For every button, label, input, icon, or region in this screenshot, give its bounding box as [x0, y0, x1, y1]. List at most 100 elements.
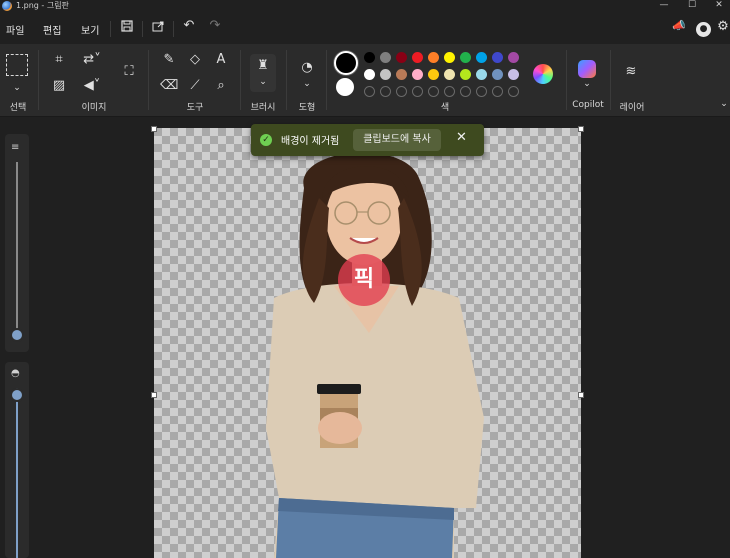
settings-icon[interactable]: ⚙: [716, 19, 730, 34]
ribbon-collapse-icon[interactable]: ⌄: [718, 96, 730, 112]
color-swatch[interactable]: [364, 52, 375, 63]
group-label-shapes: 도형: [298, 103, 316, 113]
save-icon[interactable]: [118, 20, 136, 36]
group-divider: [286, 50, 287, 110]
custom-color-slot[interactable]: [492, 86, 503, 97]
brush-size-track[interactable]: [16, 162, 18, 334]
color-swatch[interactable]: [412, 69, 423, 80]
color-swatch[interactable]: [508, 69, 519, 80]
color-picker-icon[interactable]: ⟋: [186, 78, 204, 94]
menu-divider: [142, 21, 143, 37]
menu-edit[interactable]: 편집: [43, 22, 61, 37]
brush-icon: ♜: [257, 58, 269, 73]
image-generator-icon[interactable]: ⛶: [118, 64, 140, 80]
menu-view[interactable]: 보기: [81, 22, 99, 37]
resize-icon[interactable]: ⇄˅: [78, 52, 106, 68]
color-swatch[interactable]: [412, 52, 423, 63]
color-swatch[interactable]: [428, 69, 439, 80]
edit-colors-icon[interactable]: [533, 64, 553, 84]
share-icon[interactable]: [149, 20, 167, 36]
close-icon[interactable]: ✕: [456, 130, 467, 145]
opacity-track[interactable]: [16, 388, 18, 558]
minimize-icon[interactable]: —: [657, 0, 671, 12]
group-label-select: 선택: [9, 103, 27, 113]
resize-handle[interactable]: [151, 392, 157, 398]
copy-to-clipboard-button[interactable]: 클립보드에 복사: [353, 129, 441, 151]
group-divider: [240, 50, 241, 110]
chevron-down-icon[interactable]: ⌄: [578, 76, 596, 92]
opacity-slider-thumb[interactable]: [10, 388, 24, 402]
group-divider: [148, 50, 149, 110]
account-icon[interactable]: ●: [696, 22, 711, 37]
maximize-icon[interactable]: ☐: [685, 0, 699, 12]
group-label-tools: 도구: [186, 103, 204, 113]
color-swatch[interactable]: [380, 69, 391, 80]
primary-color-swatch[interactable]: [334, 51, 358, 75]
group-label-layers: 레이어: [619, 103, 645, 113]
crop-icon[interactable]: ⌗: [50, 52, 68, 68]
color-swatch[interactable]: [380, 52, 391, 63]
color-swatch[interactable]: [508, 52, 519, 63]
secondary-color-swatch[interactable]: [336, 78, 354, 96]
color-swatch[interactable]: [428, 52, 439, 63]
text-icon[interactable]: A: [212, 52, 230, 68]
color-swatch[interactable]: [476, 52, 487, 63]
image-canvas[interactable]: [154, 128, 581, 558]
custom-color-slot[interactable]: [460, 86, 471, 97]
custom-color-slot[interactable]: [476, 86, 487, 97]
pencil-icon[interactable]: ✎: [160, 52, 178, 68]
flip-icon[interactable]: ◀˅: [78, 78, 106, 94]
menu-file[interactable]: 파일: [6, 22, 24, 37]
menu-divider: [173, 21, 174, 37]
custom-color-slot[interactable]: [396, 86, 407, 97]
custom-color-slot[interactable]: [428, 86, 439, 97]
resize-handle[interactable]: [578, 392, 584, 398]
custom-color-slot[interactable]: [364, 86, 375, 97]
chevron-down-icon: ⌄: [259, 77, 267, 87]
window-title: 1.png - 그림판: [16, 1, 69, 10]
group-label-brushes: 브러시: [250, 103, 276, 113]
brush-size-panel: ≡: [5, 134, 29, 352]
color-swatch[interactable]: [396, 52, 407, 63]
custom-color-slot[interactable]: [380, 86, 391, 97]
layers-icon[interactable]: ≋: [622, 64, 640, 80]
group-label-image: 이미지: [81, 103, 107, 113]
color-swatch[interactable]: [460, 52, 471, 63]
color-swatch[interactable]: [460, 69, 471, 80]
fill-bucket-icon[interactable]: ◇: [186, 52, 204, 68]
eraser-icon[interactable]: ⌫: [160, 78, 178, 94]
feedback-icon[interactable]: 📣: [670, 19, 688, 32]
color-swatch[interactable]: [492, 69, 503, 80]
color-swatch[interactable]: [476, 69, 487, 80]
paint-app-icon: [2, 1, 12, 11]
custom-color-slot[interactable]: [508, 86, 519, 97]
ribbon-toolbar: ⌄ 선택 ⌗ ⇄˅ ▨ ◀˅ ⛶ 이미지 ✎ ◇ A ⌫ ⟋ ⌕ 도구 ♜ ⌄ …: [0, 44, 730, 117]
resize-handle[interactable]: [578, 126, 584, 132]
custom-color-slot[interactable]: [444, 86, 455, 97]
watermark-badge: 픽: [338, 254, 390, 306]
resize-handle[interactable]: [151, 126, 157, 132]
menu-divider: [110, 21, 111, 37]
color-palette: [364, 52, 524, 104]
group-label-colors: 색: [440, 103, 450, 113]
color-swatch[interactable]: [396, 69, 407, 80]
undo-icon[interactable]: ↶: [180, 18, 198, 33]
custom-color-slot[interactable]: [412, 86, 423, 97]
group-divider: [566, 50, 567, 110]
brush-button[interactable]: ♜ ⌄: [250, 54, 276, 92]
magnifier-icon[interactable]: ⌕: [212, 78, 230, 94]
selection-icon[interactable]: [6, 54, 28, 76]
color-swatch[interactable]: [444, 69, 455, 80]
color-swatch[interactable]: [492, 52, 503, 63]
menu-bar: 파일 편집 보기 ↶ ↷ 📣 ● ⚙: [0, 16, 730, 44]
color-swatch[interactable]: [364, 69, 375, 80]
chevron-down-icon[interactable]: ⌄: [298, 76, 316, 92]
check-icon: ✓: [260, 134, 272, 146]
remove-background-icon[interactable]: ▨: [50, 78, 68, 94]
close-icon[interactable]: ✕: [712, 0, 726, 12]
shapes-icon[interactable]: ◔: [296, 60, 318, 76]
chevron-down-icon[interactable]: ⌄: [8, 80, 26, 96]
redo-icon[interactable]: ↷: [206, 18, 224, 33]
color-swatch[interactable]: [444, 52, 455, 63]
brush-size-slider-thumb[interactable]: [10, 328, 24, 342]
